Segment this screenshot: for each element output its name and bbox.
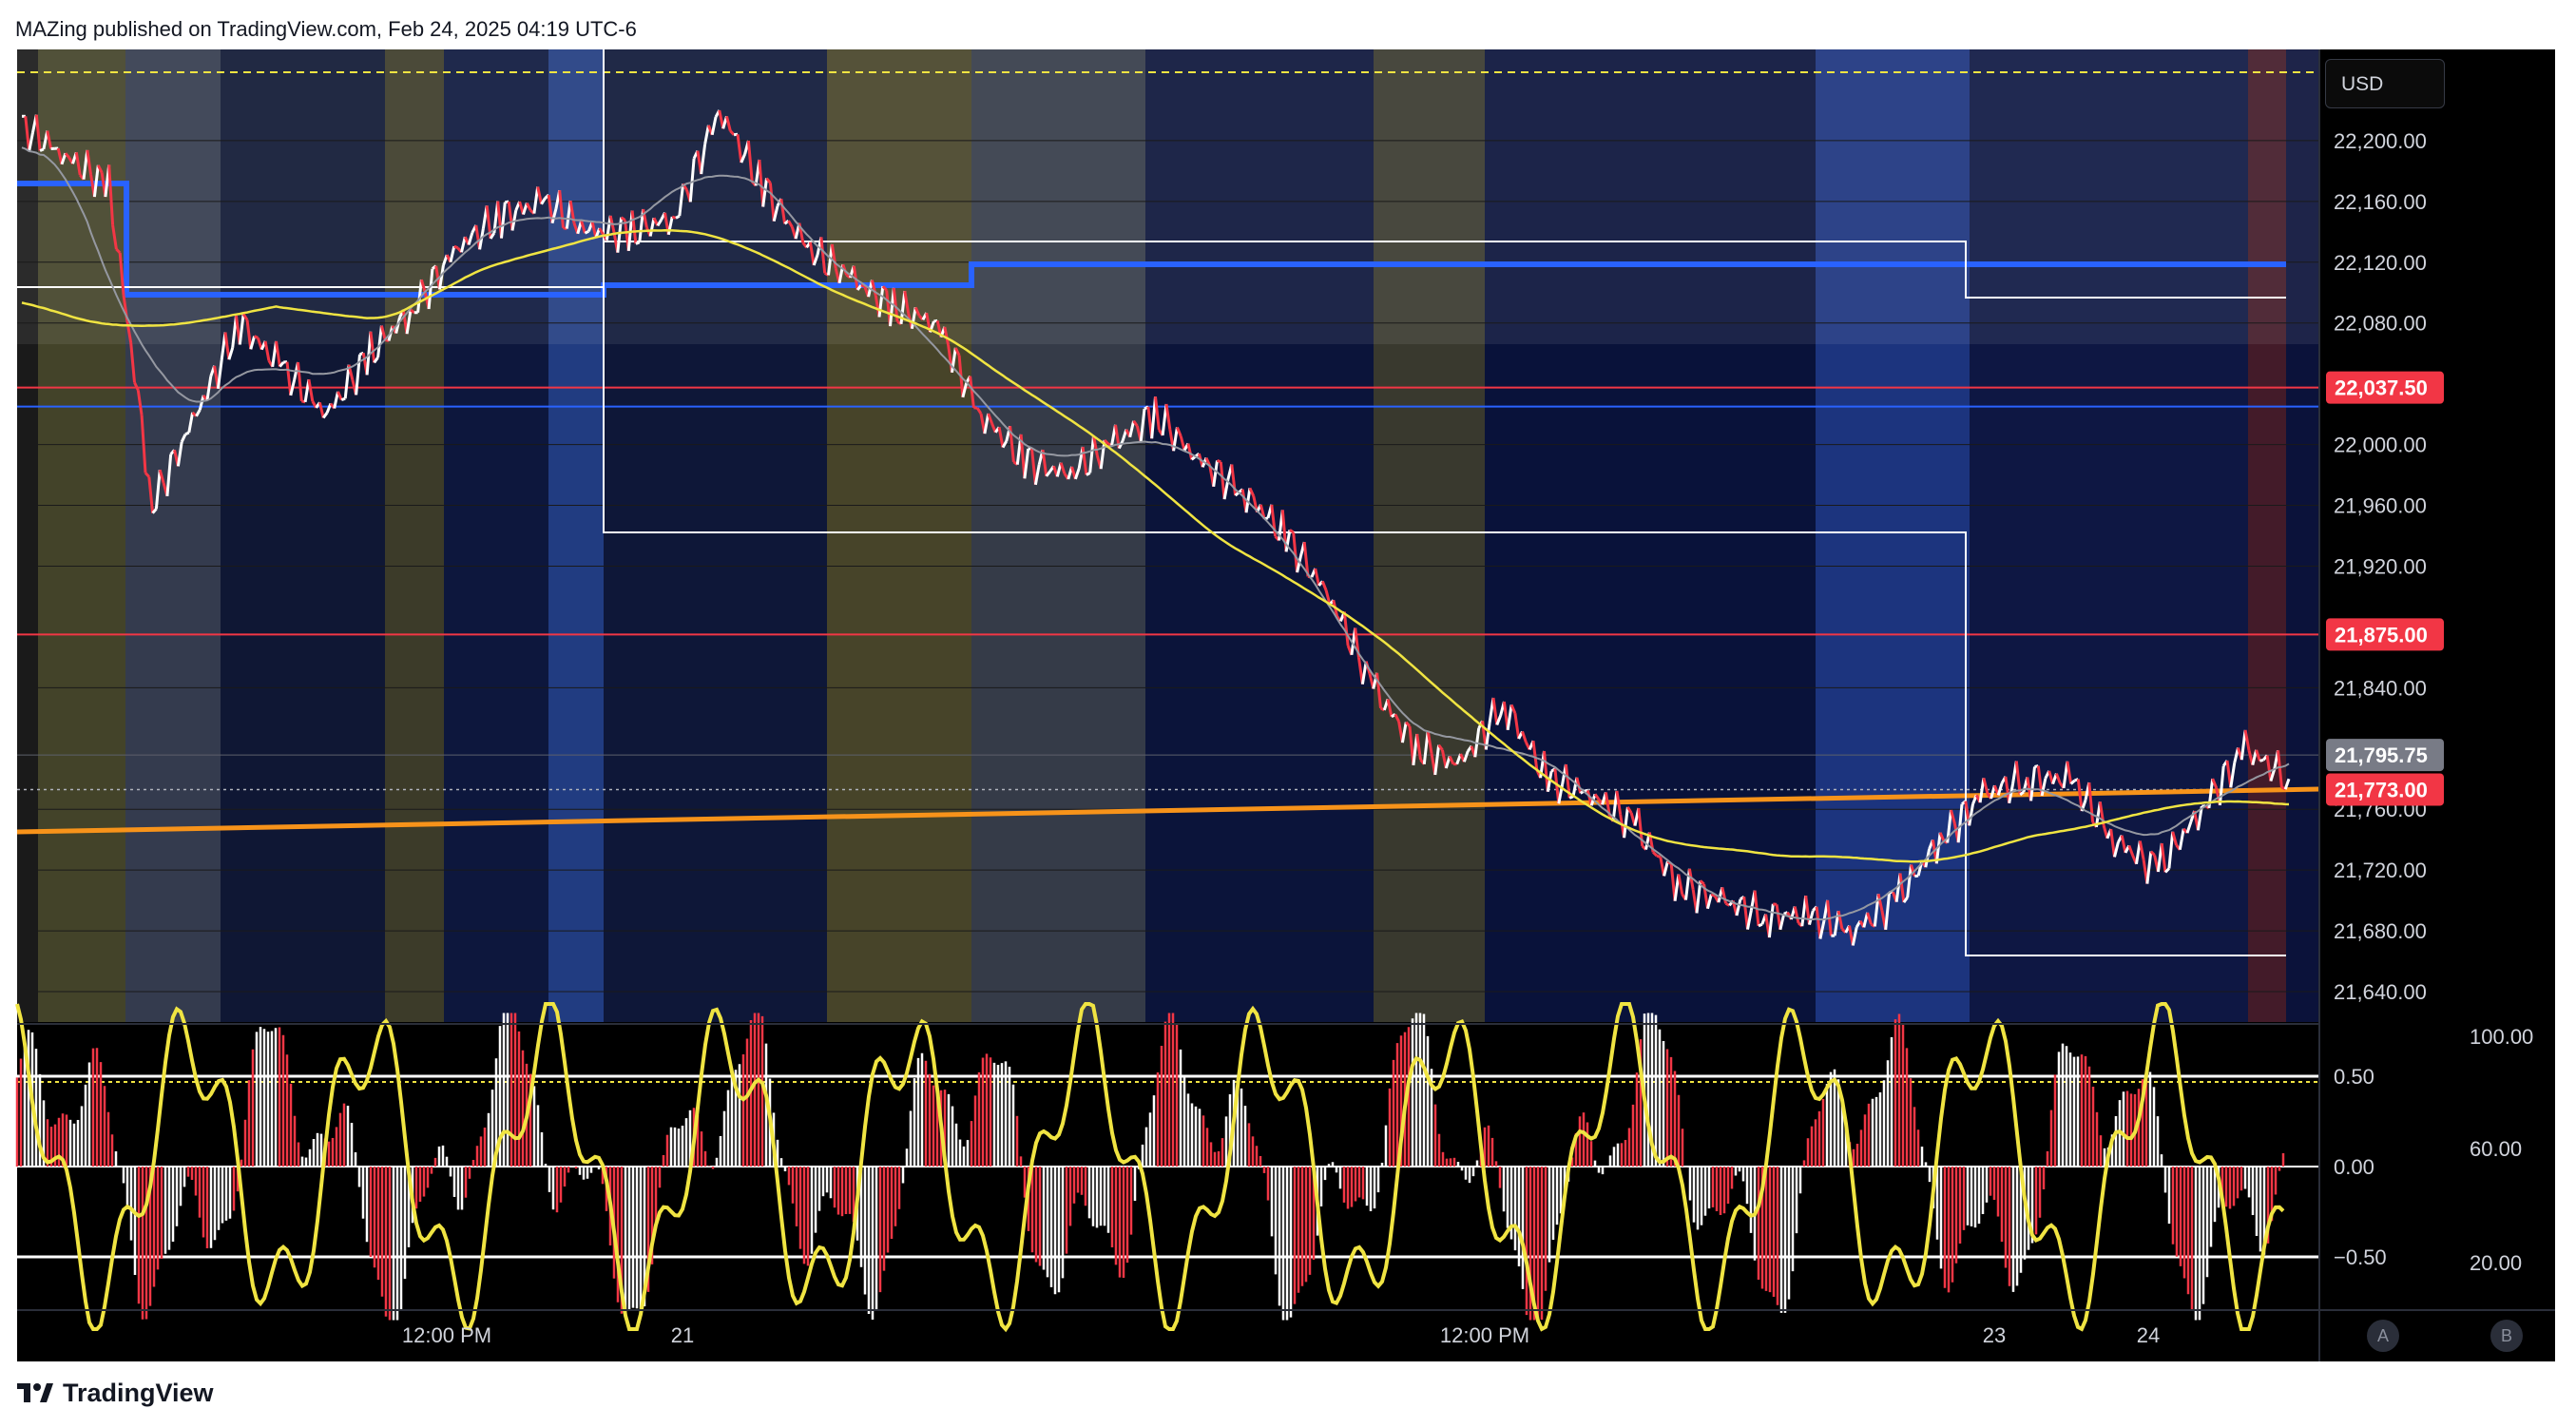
- price-label-2: 21,795.75: [2335, 743, 2428, 767]
- time-label-1: 21: [671, 1323, 694, 1347]
- osc-right-tick-0: 100.00: [2470, 1025, 2533, 1049]
- price-tick-10: 21,680.00: [2334, 919, 2427, 943]
- time-label-2: 12:00 PM: [1440, 1323, 1529, 1347]
- price-segment-617: [2259, 758, 2264, 762]
- price-tick-2: 22,120.00: [2334, 251, 2427, 275]
- tradingview-logo-icon: [17, 1380, 55, 1405]
- price-segment-330: [1216, 459, 1221, 464]
- price-chart[interactable]: 22,200.00 22,160.00 22,120.00 22,080.00 22,0…: [0, 0, 2576, 1428]
- osc-left-tick-0: 0.50: [2334, 1065, 2374, 1089]
- session-bands: [17, 49, 2319, 1022]
- price-segment-522: [1914, 874, 1919, 878]
- price-tick-7: 21,840.00: [2334, 676, 2427, 700]
- price-label-1: 21,875.00: [2335, 623, 2428, 646]
- auto-scale-button[interactable]: A: [2367, 1320, 2399, 1352]
- price-segment-294: [1086, 472, 1091, 476]
- price-segment-120: [453, 244, 459, 250]
- price-tick-6: 21,920.00: [2334, 554, 2427, 578]
- oscillator-pane: [15, 1002, 2319, 1333]
- price-segment-89: [340, 396, 346, 402]
- footer-brand: TradingView: [63, 1378, 214, 1407]
- time-label-3: 23: [1983, 1323, 2006, 1347]
- price-segment-65: [253, 335, 260, 339]
- price-tick-9: 21,720.00: [2334, 859, 2427, 882]
- price-segment-156: [584, 229, 589, 235]
- price-tick-3: 22,080.00: [2334, 312, 2427, 336]
- price-segment-483: [1773, 902, 1778, 906]
- osc-right-tick-1: 60.00: [2470, 1137, 2522, 1161]
- price-segment-479: [1758, 922, 1763, 928]
- price-segment-181: [675, 214, 681, 220]
- osc-right-tick-2: 20.00: [2470, 1251, 2522, 1275]
- price-label-3: 21,773.00: [2335, 778, 2428, 801]
- time-label-0: 12:00 PM: [402, 1323, 491, 1347]
- price-segment-6: [39, 147, 45, 152]
- osc-left-tick-1: 0.00: [2334, 1155, 2374, 1179]
- footer: TradingView: [17, 1369, 214, 1417]
- price-tick-4: 22,000.00: [2334, 434, 2427, 457]
- price-label-0: 22,037.50: [2335, 376, 2428, 400]
- price-segment-427: [1568, 795, 1574, 800]
- price-segment-170: [635, 241, 641, 245]
- scale-b-button[interactable]: B: [2490, 1320, 2523, 1352]
- price-tick-5: 21,960.00: [2334, 494, 2427, 518]
- range-overlay: [17, 49, 2319, 344]
- price-tick-0: 22,200.00: [2334, 129, 2427, 153]
- price-tick-1: 22,160.00: [2334, 190, 2427, 214]
- price-segment-451: [1656, 854, 1662, 859]
- time-label-4: 24: [2137, 1323, 2160, 1347]
- price-tick-11: 21,640.00: [2334, 980, 2427, 1004]
- price-segment-46: [184, 431, 190, 436]
- currency-unit-button[interactable]: USD: [2325, 59, 2445, 108]
- osc-left-tick-2: −0.50: [2334, 1245, 2387, 1269]
